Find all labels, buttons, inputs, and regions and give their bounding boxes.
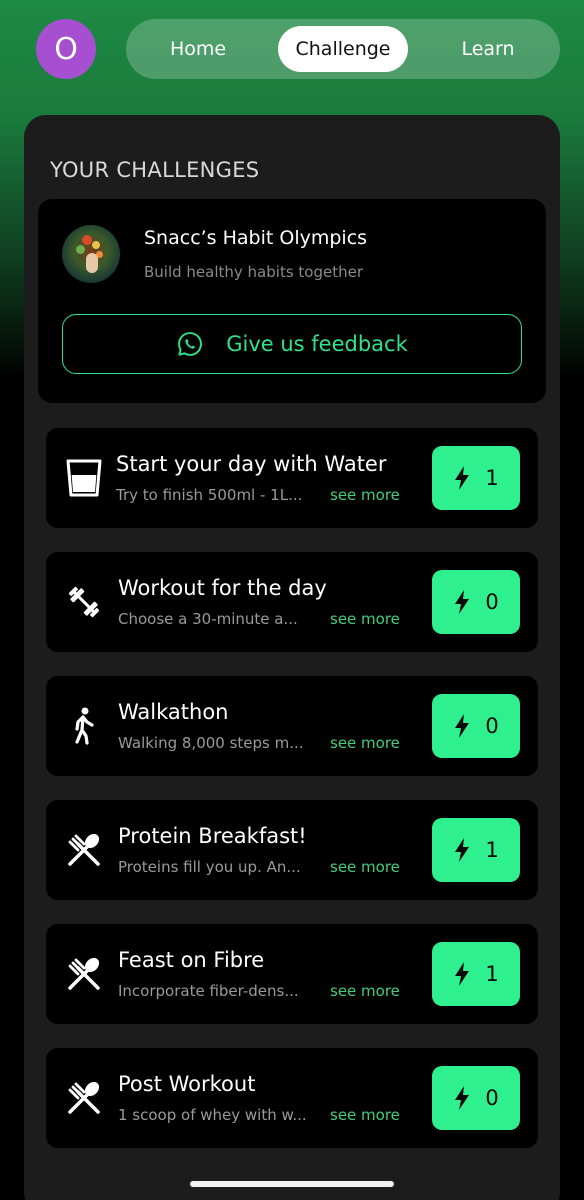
fork-spoon-icon bbox=[68, 833, 100, 866]
challenges-panel: YOUR CHALLENGES Snacc’s Habit Olympics B… bbox=[24, 115, 560, 1200]
habit-description: Incorporate fiber-dens... bbox=[118, 982, 299, 1000]
habit-title: Workout for the day bbox=[118, 576, 327, 600]
see-more-link[interactable]: see more bbox=[330, 486, 400, 504]
tab-challenge[interactable]: Challenge bbox=[278, 26, 408, 72]
water-glass-icon bbox=[66, 459, 102, 497]
habit-title: Protein Breakfast! bbox=[118, 824, 307, 848]
group-subtitle: Build healthy habits together bbox=[144, 263, 363, 281]
tab-learn[interactable]: Learn bbox=[436, 26, 540, 72]
group-card[interactable]: Snacc’s Habit Olympics Build healthy hab… bbox=[38, 199, 546, 403]
group-name: Snacc’s Habit Olympics bbox=[144, 227, 368, 249]
streak-count: 1 bbox=[485, 962, 499, 986]
habit-description: 1 scoop of whey with w... bbox=[118, 1106, 307, 1124]
walking-icon bbox=[75, 707, 94, 745]
streak-button[interactable]: 1 bbox=[432, 818, 520, 882]
streak-button[interactable]: 1 bbox=[432, 942, 520, 1006]
lightning-icon bbox=[455, 962, 470, 986]
streak-count: 0 bbox=[485, 1086, 499, 1110]
dumbbell-icon bbox=[68, 586, 100, 618]
lightning-icon bbox=[455, 838, 470, 862]
lightning-icon bbox=[455, 590, 470, 614]
feedback-button[interactable]: Give us feedback bbox=[62, 314, 522, 374]
group-logo-image bbox=[62, 225, 120, 283]
habit-description: Try to finish 500ml - 1L... bbox=[116, 486, 303, 504]
see-more-link[interactable]: see more bbox=[330, 610, 400, 628]
fork-spoon-icon bbox=[68, 1081, 100, 1114]
see-more-link[interactable]: see more bbox=[330, 734, 400, 752]
streak-count: 0 bbox=[485, 590, 499, 614]
top-bar: O Home Challenge Learn bbox=[0, 0, 584, 110]
tab-home[interactable]: Home bbox=[148, 26, 248, 72]
habit-title: Post Workout bbox=[118, 1072, 256, 1096]
habit-description: Choose a 30-minute a... bbox=[118, 610, 298, 628]
lightning-icon bbox=[455, 1086, 470, 1110]
lightning-icon bbox=[455, 714, 470, 738]
habit-title: Walkathon bbox=[118, 700, 229, 724]
habit-card-protein-breakfast[interactable]: Protein Breakfast! Proteins fill you up.… bbox=[46, 800, 538, 900]
streak-count: 1 bbox=[485, 838, 499, 862]
habit-card-walkathon[interactable]: Walkathon Walking 8,000 steps m... see m… bbox=[46, 676, 538, 776]
profile-avatar[interactable]: O bbox=[36, 19, 96, 79]
streak-button[interactable]: 1 bbox=[432, 446, 520, 510]
habit-card-water[interactable]: Start your day with Water Try to finish … bbox=[46, 428, 538, 528]
streak-count: 0 bbox=[485, 714, 499, 738]
habit-card-fibre[interactable]: Feast on Fibre Incorporate fiber-dens...… bbox=[46, 924, 538, 1024]
see-more-link[interactable]: see more bbox=[330, 858, 400, 876]
habit-description: Walking 8,000 steps m... bbox=[118, 734, 304, 752]
streak-button[interactable]: 0 bbox=[432, 694, 520, 758]
nav-tabs: Home Challenge Learn bbox=[126, 19, 560, 79]
see-more-link[interactable]: see more bbox=[330, 982, 400, 1000]
see-more-link[interactable]: see more bbox=[330, 1106, 400, 1124]
streak-count: 1 bbox=[485, 466, 499, 490]
home-indicator[interactable] bbox=[190, 1181, 394, 1187]
habit-title: Start your day with Water bbox=[116, 452, 387, 476]
streak-button[interactable]: 0 bbox=[432, 570, 520, 634]
feedback-label: Give us feedback bbox=[226, 332, 408, 356]
habit-title: Feast on Fibre bbox=[118, 948, 265, 972]
section-title: YOUR CHALLENGES bbox=[50, 158, 260, 182]
habit-card-post-workout[interactable]: Post Workout 1 scoop of whey with w... s… bbox=[46, 1048, 538, 1148]
habit-card-workout[interactable]: Workout for the day Choose a 30-minute a… bbox=[46, 552, 538, 652]
avatar-initial: O bbox=[54, 31, 78, 67]
lightning-icon bbox=[455, 466, 470, 490]
habit-description: Proteins fill you up. An... bbox=[118, 858, 301, 876]
streak-button[interactable]: 0 bbox=[432, 1066, 520, 1130]
fork-spoon-icon bbox=[68, 957, 100, 990]
whatsapp-icon bbox=[178, 332, 203, 356]
